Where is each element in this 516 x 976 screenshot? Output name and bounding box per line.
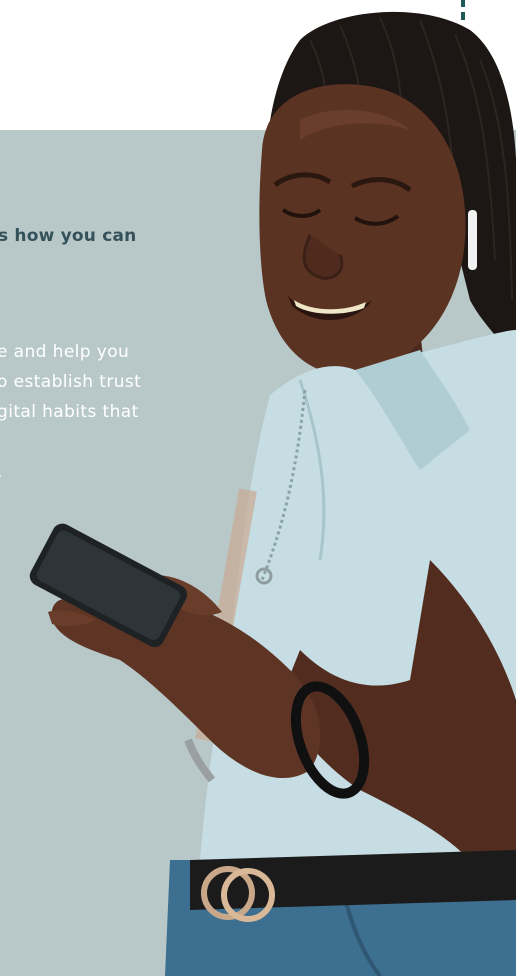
face-shape: [259, 84, 466, 376]
accent-mark-icon: [461, 0, 465, 20]
earbud-icon: [468, 210, 477, 270]
hero-section: s how you can e and help you o establish…: [0, 0, 516, 976]
person-with-phone-image: [29, 0, 516, 976]
